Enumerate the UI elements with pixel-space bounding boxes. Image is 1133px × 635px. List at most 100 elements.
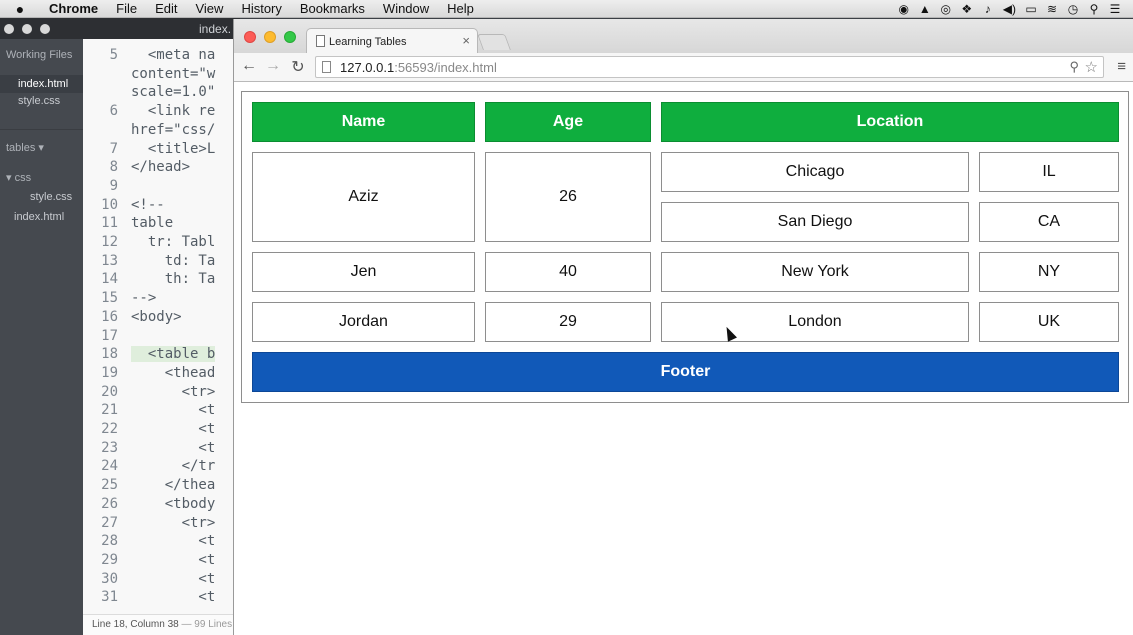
- project-file-index-html[interactable]: index.html: [14, 211, 64, 223]
- code-line: 28 <t: [83, 533, 215, 552]
- editor-sidebar: Working Files index.html style.css table…: [0, 39, 83, 635]
- editor-minimize-button[interactable]: [22, 24, 32, 34]
- code-text: href="css/: [131, 121, 216, 138]
- address-bar[interactable]: 127.0.0.1:56593/index.html ⚲ ☆: [315, 56, 1104, 78]
- menu-file[interactable]: File: [107, 1, 146, 16]
- cursor-position: Line 18, Column 38: [92, 619, 179, 630]
- code-line: 26 <tbody: [83, 496, 215, 515]
- mac-menubar: ● Chrome File Edit View History Bookmark…: [0, 0, 1133, 18]
- code-line: 22 <t: [83, 421, 215, 440]
- menu-view[interactable]: View: [186, 1, 232, 16]
- code-text: content="w: [131, 65, 216, 82]
- project-dropdown[interactable]: tables ▾: [6, 141, 44, 154]
- reload-icon[interactable]: ↻: [288, 57, 308, 77]
- line-number: 15: [101, 290, 118, 307]
- forward-icon[interactable]: →: [263, 57, 283, 75]
- chrome-minimize-button[interactable]: [264, 31, 276, 43]
- line-number: 26: [101, 495, 118, 512]
- code-line: 5 <meta na: [83, 47, 216, 66]
- zoom-icon[interactable]: ⚲: [1069, 59, 1079, 75]
- line-number: 12: [101, 234, 118, 250]
- table-footer: Footer: [252, 352, 1119, 392]
- browser-tab[interactable]: Learning Tables ×: [306, 28, 478, 54]
- line-number: 5: [109, 47, 118, 63]
- code-text: <t: [131, 551, 216, 568]
- time-machine-icon[interactable]: ◷: [1067, 2, 1079, 16]
- dropbox-icon[interactable]: ❖: [961, 2, 973, 16]
- data-table: Name Age Location Aziz 26 Chicago IL San…: [241, 91, 1129, 403]
- code-text: table: [131, 215, 174, 232]
- menu-history[interactable]: History: [232, 1, 290, 16]
- chrome-close-button[interactable]: [244, 31, 256, 43]
- code-text: <!--: [131, 196, 165, 213]
- notification-center-icon[interactable]: ☰: [1109, 2, 1121, 16]
- cell-city: New York: [661, 252, 969, 292]
- code-line: 11 table: [83, 215, 173, 234]
- code-text: <t: [131, 589, 216, 606]
- spotlight-icon[interactable]: ⚲: [1088, 2, 1100, 16]
- chrome-zoom-button[interactable]: [284, 31, 296, 43]
- bell-icon[interactable]: ♪: [982, 2, 994, 16]
- line-number: 17: [101, 327, 118, 344]
- menu-chrome[interactable]: Chrome: [40, 1, 107, 16]
- volume-icon[interactable]: ◀): [1003, 2, 1016, 16]
- new-tab-button[interactable]: [477, 34, 511, 50]
- line-count: — 99 Lines: [178, 619, 233, 630]
- creative-cloud-icon[interactable]: ◎: [940, 2, 952, 16]
- line-number: 6: [109, 103, 118, 120]
- project-file-style-css[interactable]: style.css: [30, 191, 72, 203]
- menu-window[interactable]: Window: [374, 1, 438, 16]
- line-number: 27: [101, 514, 118, 531]
- code-line: 17: [83, 328, 131, 347]
- back-icon[interactable]: ←: [239, 57, 259, 75]
- line-number: 9: [109, 177, 118, 194]
- line-number: 25: [101, 477, 118, 494]
- code-text: <meta na: [131, 47, 216, 63]
- cell-state: CA: [979, 202, 1119, 242]
- code-line: 25 </thea: [83, 477, 215, 496]
- code-text: <t: [131, 439, 216, 456]
- code-line: 16 <body>: [83, 308, 182, 328]
- code-line: 13 td: Ta: [83, 253, 215, 272]
- bookmark-star-icon[interactable]: ☆: [1085, 58, 1098, 76]
- apple-icon[interactable]: ●: [0, 1, 40, 17]
- editor-window-controls: [4, 24, 50, 34]
- folder-css[interactable]: ▾ css: [6, 171, 31, 184]
- working-file-style-css[interactable]: style.css: [18, 95, 60, 107]
- line-number: 21: [101, 402, 118, 419]
- code-line: 21 <t: [83, 402, 215, 421]
- battery-icon[interactable]: ▭: [1025, 2, 1037, 16]
- code-line: 7 <title>L: [83, 141, 216, 160]
- code-line: 23 <t: [83, 440, 215, 459]
- url-text[interactable]: 127.0.0.1:56593/index.html: [340, 60, 497, 75]
- tab-close-icon[interactable]: ×: [462, 33, 470, 48]
- cell-name: Aziz: [252, 152, 475, 242]
- code-area[interactable]: 5 <meta na content="w scale=1.0" 6 <link re…: [83, 39, 240, 635]
- code-text: <tr>: [131, 514, 216, 531]
- working-files-label: Working Files: [6, 49, 73, 61]
- working-file-index-html[interactable]: index.html: [0, 75, 83, 93]
- wifi-icon[interactable]: ≋: [1046, 2, 1058, 16]
- menu-bookmarks[interactable]: Bookmarks: [291, 1, 374, 16]
- code-text: <link re: [131, 103, 216, 120]
- editor-window-title: index.: [199, 22, 232, 36]
- chrome-menu-icon[interactable]: ≡: [1117, 58, 1126, 75]
- menu-help[interactable]: Help: [438, 1, 483, 16]
- code-line: 8 </head>: [83, 159, 190, 178]
- editor-zoom-button[interactable]: [40, 24, 50, 34]
- header-age: Age: [485, 102, 651, 142]
- line-number: 22: [101, 421, 118, 437]
- menu-edit[interactable]: Edit: [146, 1, 186, 16]
- code-line: href="css/: [83, 122, 215, 141]
- code-text: td: Ta: [131, 252, 216, 269]
- cell-age: 40: [485, 252, 651, 292]
- code-text: <t: [131, 402, 216, 419]
- line-number: 10: [101, 196, 118, 213]
- stop-record-icon[interactable]: ◉: [898, 2, 910, 16]
- code-text: <tbody: [131, 495, 216, 512]
- editor-close-button[interactable]: [4, 24, 14, 34]
- drive-icon[interactable]: ▲: [919, 2, 931, 16]
- page-info-icon[interactable]: [322, 61, 331, 73]
- code-text: <t: [131, 421, 216, 437]
- code-text: <body>: [131, 308, 182, 325]
